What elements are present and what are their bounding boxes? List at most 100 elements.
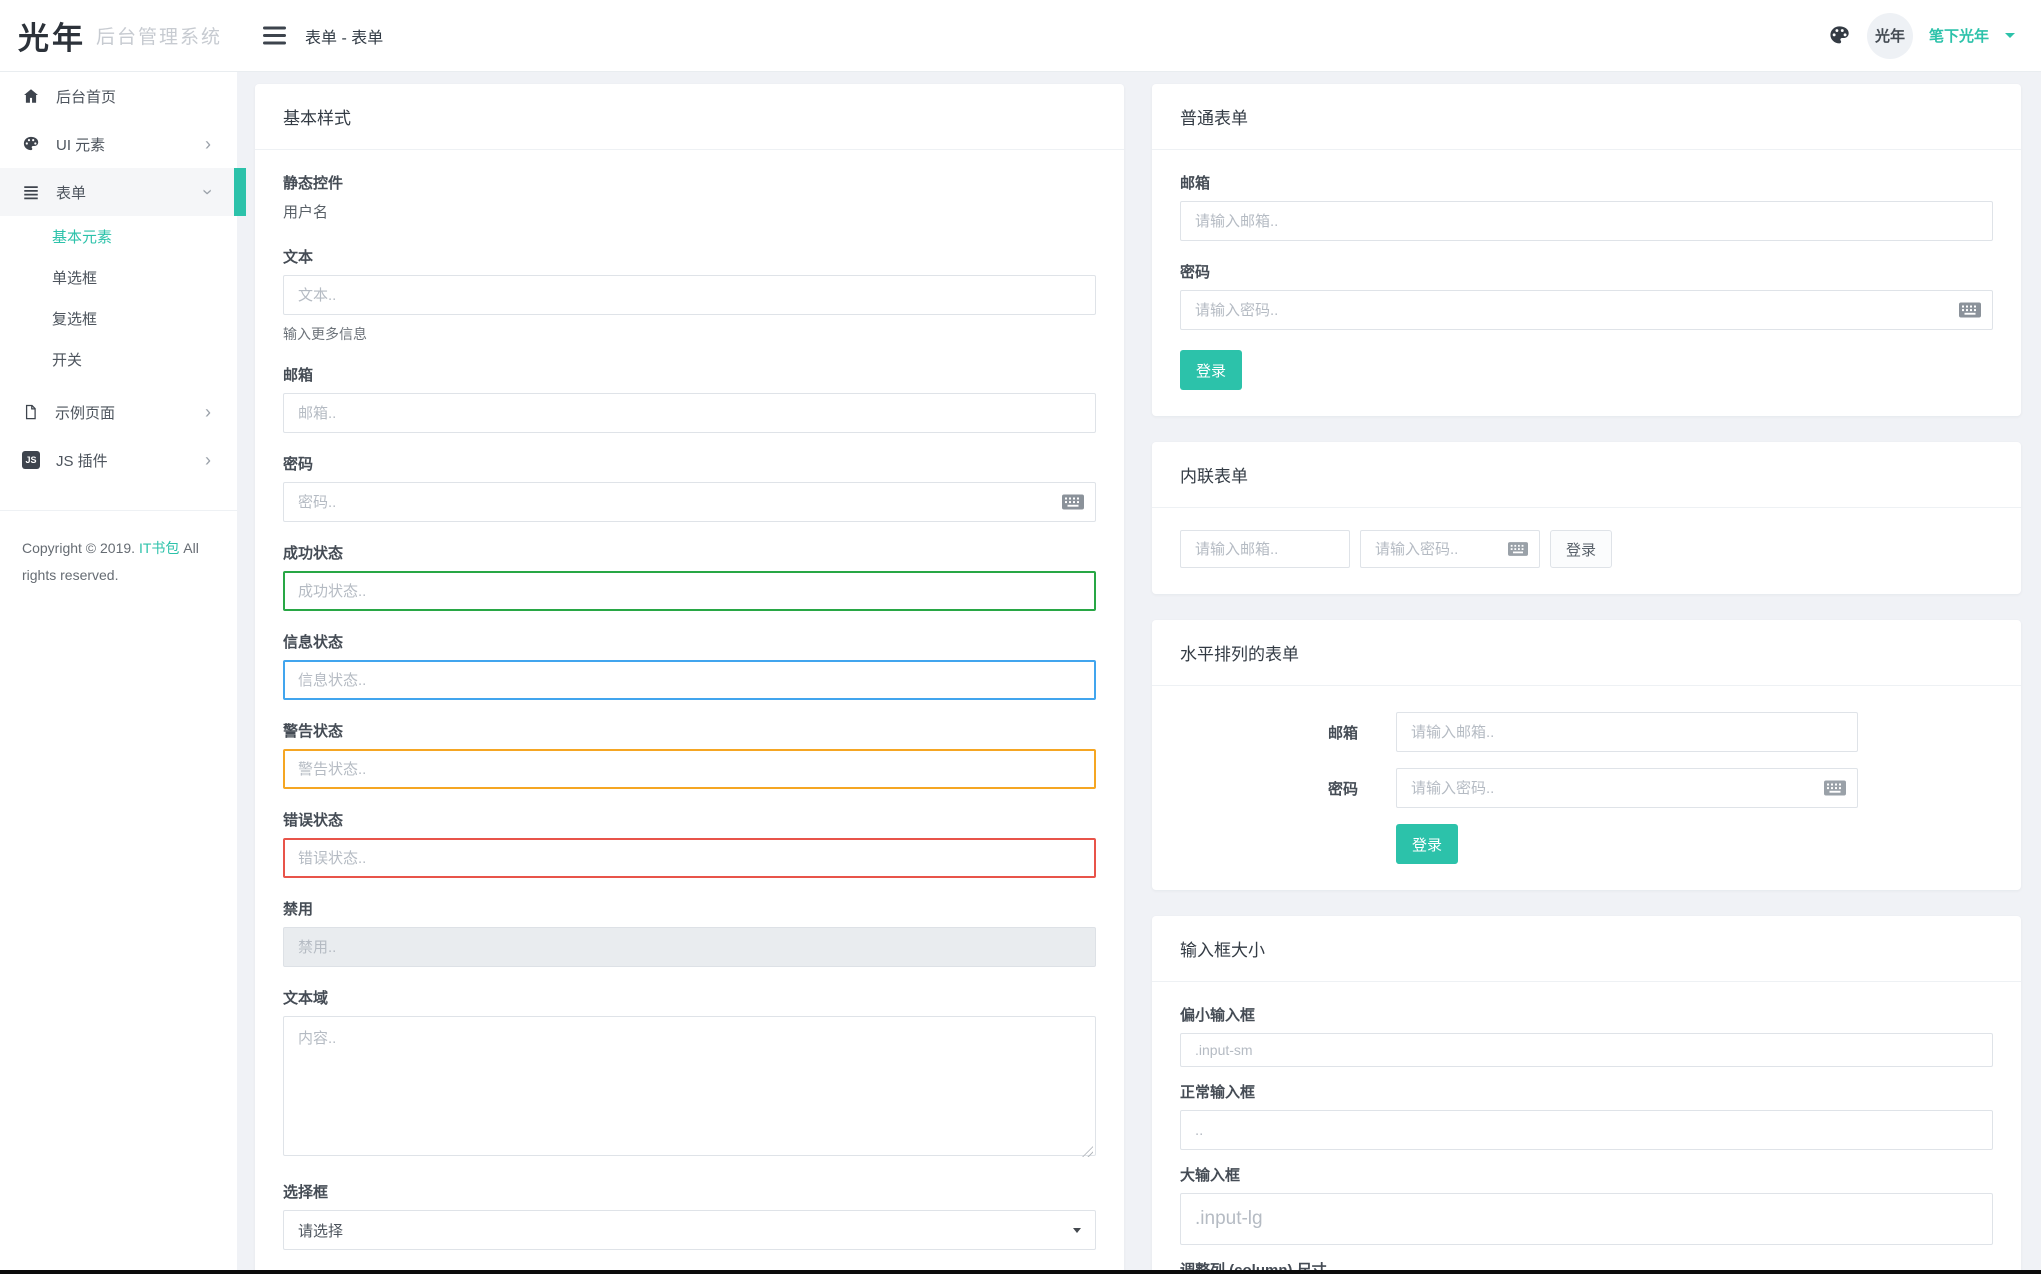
sidebar-item-home[interactable]: 后台首页 bbox=[0, 72, 237, 120]
sidebar-item-label: 后台首页 bbox=[56, 88, 117, 106]
keyboard-icon bbox=[1824, 780, 1846, 796]
copyright: Copyright © 2019. IT书包 All rights reserv… bbox=[0, 511, 237, 588]
submenu-item-switch[interactable]: 开关 bbox=[0, 339, 237, 380]
email-label: 邮箱 bbox=[1327, 724, 1358, 742]
card-title: 输入框大小 bbox=[1152, 916, 2021, 982]
login-button[interactable]: 登录 bbox=[1550, 530, 1613, 568]
help-text: 输入更多信息 bbox=[283, 326, 367, 342]
success-input[interactable] bbox=[283, 571, 1096, 611]
basic-styles-card: 基本样式 静态控件 用户名 文本 输入更多信息 邮箱 bbox=[255, 84, 1124, 1274]
password-input[interactable] bbox=[1180, 290, 1993, 330]
password-label: 密码 bbox=[283, 456, 314, 473]
chevron-right-icon: › bbox=[205, 450, 211, 470]
disabled-input bbox=[283, 927, 1096, 967]
brand: 光年 后台管理系统 bbox=[0, 0, 237, 71]
page: 光年 后台管理系统 表单 - 表单 光年 笔下光年 后台首页 UI 元素 › 表… bbox=[0, 0, 2041, 1274]
form-submenu: 基本元素 单选框 复选框 开关 bbox=[0, 216, 237, 380]
sidebar-item-label: 示例页面 bbox=[55, 404, 116, 422]
sidebar-item-label: 表单 bbox=[56, 184, 87, 202]
disabled-label: 禁用 bbox=[283, 901, 314, 918]
chevron-down-icon: › bbox=[198, 189, 218, 195]
logo: 光年 bbox=[18, 21, 86, 56]
error-label: 错误状态 bbox=[283, 812, 344, 829]
password-input[interactable] bbox=[283, 482, 1096, 522]
textarea-label: 文本域 bbox=[283, 990, 329, 1007]
large-input-label: 大输入框 bbox=[1180, 1167, 1241, 1184]
theme-palette-icon[interactable] bbox=[1828, 24, 1851, 47]
left-column: 基本样式 静态控件 用户名 文本 输入更多信息 邮箱 bbox=[255, 84, 1124, 1274]
sidebar-item-pages[interactable]: 示例页面 › bbox=[0, 388, 237, 436]
password-input[interactable] bbox=[1396, 768, 1858, 808]
large-input[interactable] bbox=[1180, 1193, 1993, 1245]
normal-form-card: 普通表单 邮箱 密码 bbox=[1152, 84, 2021, 416]
login-button[interactable]: 登录 bbox=[1396, 824, 1459, 864]
horizontal-form-card: 水平排列的表单 邮箱 密码 bbox=[1152, 620, 2021, 890]
select-value: 请选择 bbox=[298, 1222, 344, 1240]
password-label: 密码 bbox=[1180, 264, 1211, 281]
main-content: 基本样式 静态控件 用户名 文本 输入更多信息 邮箱 bbox=[237, 72, 2041, 1274]
palette-icon bbox=[23, 136, 39, 151]
login-button[interactable]: 登录 bbox=[1180, 350, 1243, 390]
password-label: 密码 bbox=[1327, 780, 1358, 798]
breadcrumb: 表单 - 表单 bbox=[305, 29, 384, 47]
avatar[interactable]: 光年 bbox=[1866, 12, 1913, 59]
email-input[interactable] bbox=[1396, 712, 1858, 752]
sidebar-item-ui[interactable]: UI 元素 › bbox=[0, 120, 237, 168]
email-input[interactable] bbox=[1180, 201, 1993, 241]
info-label: 信息状态 bbox=[283, 634, 344, 651]
warning-label: 警告状态 bbox=[283, 723, 344, 740]
input-sizes-card: 输入框大小 偏小输入框 正常输入框 大输入框 调整列 bbox=[1152, 916, 2021, 1274]
topbar-right: 光年 笔下光年 bbox=[1828, 12, 2015, 59]
select-box[interactable]: 请选择 bbox=[283, 1210, 1096, 1250]
error-input[interactable] bbox=[283, 838, 1096, 878]
sidebar: 后台首页 UI 元素 › 表单 › 基本元素 单选框 复选框 开关 示例页面 ›… bbox=[0, 72, 246, 1274]
keyboard-icon bbox=[1062, 494, 1084, 510]
card-title: 水平排列的表单 bbox=[1152, 620, 2021, 686]
chevron-right-icon: › bbox=[205, 134, 211, 154]
top-header: 光年 后台管理系统 表单 - 表单 光年 笔下光年 bbox=[0, 0, 2041, 72]
screen-bottom-edge bbox=[0, 1270, 2041, 1274]
select-label: 选择框 bbox=[283, 1184, 329, 1201]
email-input[interactable] bbox=[283, 393, 1096, 433]
static-label: 静态控件 bbox=[283, 175, 344, 192]
list-icon bbox=[24, 186, 38, 200]
logo-subtitle: 后台管理系统 bbox=[96, 27, 223, 48]
email-label: 邮箱 bbox=[283, 367, 314, 384]
submenu-item-basic[interactable]: 基本元素 bbox=[0, 216, 237, 257]
topbar: 表单 - 表单 光年 笔下光年 bbox=[237, 0, 2041, 71]
card-title: 基本样式 bbox=[255, 84, 1124, 150]
normal-input-label: 正常输入框 bbox=[1180, 1084, 1256, 1101]
info-input[interactable] bbox=[283, 660, 1096, 700]
sidebar-item-form[interactable]: 表单 › bbox=[0, 168, 246, 216]
submenu-item-radio[interactable]: 单选框 bbox=[0, 257, 237, 298]
right-column: 普通表单 邮箱 密码 bbox=[1152, 84, 2021, 1274]
select-arrow-icon bbox=[1073, 1227, 1081, 1233]
keyboard-icon bbox=[1959, 302, 1981, 318]
sidebar-item-label: JS 插件 bbox=[56, 452, 108, 470]
home-icon bbox=[24, 89, 38, 103]
small-input[interactable] bbox=[1180, 1033, 1993, 1067]
static-value: 用户名 bbox=[283, 204, 329, 221]
small-input-label: 偏小输入框 bbox=[1180, 1007, 1256, 1024]
sidebar-item-js[interactable]: JS JS 插件 › bbox=[0, 436, 237, 484]
copyright-text: Copyright © 2019. bbox=[22, 540, 136, 556]
js-icon: JS bbox=[22, 451, 40, 469]
user-caret-icon[interactable] bbox=[2005, 33, 2015, 38]
submenu-item-checkbox[interactable]: 复选框 bbox=[0, 298, 237, 339]
email-input[interactable] bbox=[1180, 530, 1350, 568]
inline-form-card: 内联表单 请输入邮箱.. 请输入密码.. 登录 bbox=[1152, 442, 2021, 594]
copyright-link[interactable]: IT书包 bbox=[139, 540, 179, 556]
content-textarea[interactable] bbox=[283, 1016, 1096, 1156]
warning-input[interactable] bbox=[283, 749, 1096, 789]
user-menu-label[interactable]: 笔下光年 bbox=[1929, 25, 1989, 46]
keyboard-icon bbox=[1508, 542, 1528, 556]
active-indicator bbox=[234, 168, 246, 216]
card-title: 普通表单 bbox=[1152, 84, 2021, 150]
file-icon bbox=[25, 404, 36, 420]
success-label: 成功状态 bbox=[283, 545, 344, 562]
hamburger-icon[interactable] bbox=[263, 26, 287, 45]
email-label: 邮箱 bbox=[1180, 175, 1211, 192]
text-input[interactable] bbox=[283, 275, 1096, 315]
card-title: 内联表单 bbox=[1152, 442, 2021, 508]
normal-input[interactable] bbox=[1180, 1110, 1993, 1150]
